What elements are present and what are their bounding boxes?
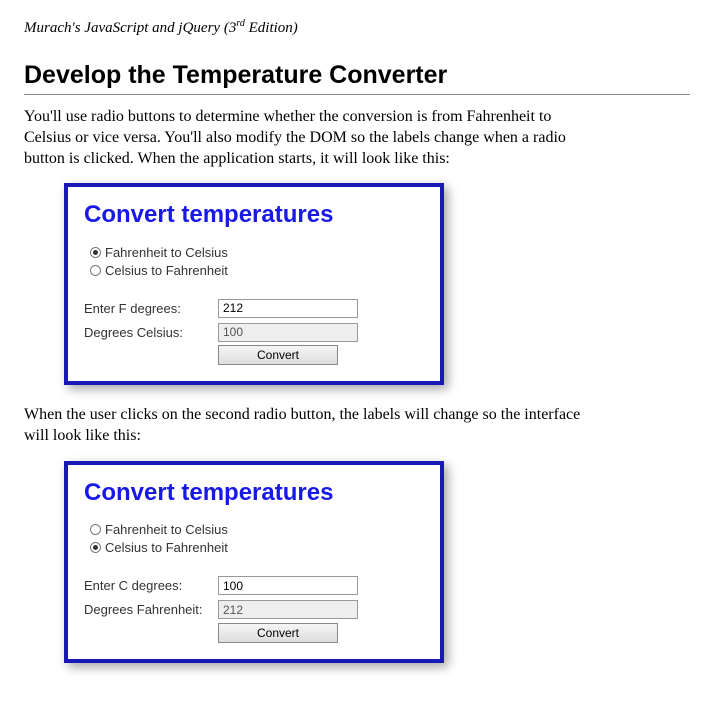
input-row-result: Degrees Celsius: — [84, 321, 424, 343]
mock-title: Convert temperatures — [84, 479, 424, 507]
input-row-enter: Enter F degrees: — [84, 297, 424, 319]
book-title: Murach's JavaScript and jQuery (3rd Edit… — [24, 18, 690, 37]
mock-title: Convert temperatures — [84, 201, 424, 229]
radio-icon — [90, 542, 101, 553]
radio-group: Fahrenheit to Celsius Celsius to Fahrenh… — [90, 521, 424, 557]
page-title: Develop the Temperature Converter — [24, 61, 690, 95]
field-label: Enter C degrees: — [84, 578, 218, 593]
radio-c-to-f[interactable]: Celsius to Fahrenheit — [90, 539, 424, 557]
convert-button[interactable]: Convert — [218, 345, 338, 365]
radio-label: Fahrenheit to Celsius — [105, 522, 228, 537]
radio-c-to-f[interactable]: Celsius to Fahrenheit — [90, 261, 424, 279]
radio-icon — [90, 524, 101, 535]
degrees-output — [218, 323, 358, 342]
radio-f-to-c[interactable]: Fahrenheit to Celsius — [90, 521, 424, 539]
convert-button[interactable]: Convert — [218, 623, 338, 643]
field-label: Degrees Fahrenheit: — [84, 602, 218, 617]
mockup-after-click: Convert temperatures Fahrenheit to Celsi… — [64, 461, 444, 663]
intro-paragraph: You'll use radio buttons to determine wh… — [24, 107, 584, 169]
mockup-initial: Convert temperatures Fahrenheit to Celsi… — [64, 183, 444, 385]
degrees-output — [218, 600, 358, 619]
input-row-result: Degrees Fahrenheit: — [84, 599, 424, 621]
radio-f-to-c[interactable]: Fahrenheit to Celsius — [90, 243, 424, 261]
radio-label: Celsius to Fahrenheit — [105, 540, 228, 555]
radio-label: Celsius to Fahrenheit — [105, 263, 228, 278]
field-label: Enter F degrees: — [84, 301, 218, 316]
radio-group: Fahrenheit to Celsius Celsius to Fahrenh… — [90, 243, 424, 279]
degrees-input[interactable] — [218, 576, 358, 595]
field-label: Degrees Celsius: — [84, 325, 218, 340]
mid-paragraph: When the user clicks on the second radio… — [24, 405, 584, 447]
button-row: Convert — [84, 345, 424, 365]
radio-label: Fahrenheit to Celsius — [105, 245, 228, 260]
radio-icon — [90, 265, 101, 276]
button-row: Convert — [84, 623, 424, 643]
degrees-input[interactable] — [218, 299, 358, 318]
input-row-enter: Enter C degrees: — [84, 575, 424, 597]
radio-icon — [90, 247, 101, 258]
